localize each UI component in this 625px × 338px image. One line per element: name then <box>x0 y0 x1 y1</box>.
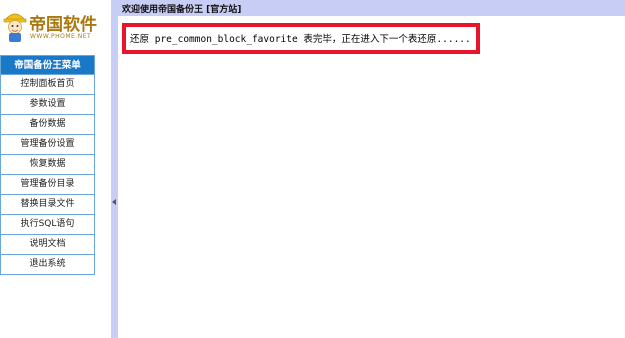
menu-item-backup-data[interactable]: 备份数据 <box>1 114 94 134</box>
menu-item-settings[interactable]: 参数设置 <box>1 94 94 114</box>
welcome-text: 欢迎使用帝国备份王 [官方站] <box>122 5 242 15</box>
main-menu: 帝国备份王菜单 控制面板首页 参数设置 备份数据 管理备份设置 恢复数据 管理备… <box>0 55 95 275</box>
menu-header: 帝国备份王菜单 <box>1 55 94 74</box>
main-frame: 欢迎使用帝国备份王 [官方站] 还原 pre_common_block_favo… <box>118 0 625 338</box>
logo-subtitle: WWW.PHOME.NET <box>30 33 92 40</box>
status-box: 还原 pre_common_block_favorite 表完毕，正在进入下一个… <box>122 23 480 54</box>
menu-item-manage-backup-settings[interactable]: 管理备份设置 <box>1 134 94 154</box>
menu-item-restore-data[interactable]: 恢复数据 <box>1 154 94 174</box>
menu-item-logout[interactable]: 退出系统 <box>1 254 94 274</box>
menu-item-manage-backup-dir[interactable]: 管理备份目录 <box>1 174 94 194</box>
menu-item-documentation[interactable]: 说明文档 <box>1 234 94 254</box>
logo-title: 帝国软件 <box>29 15 97 35</box>
collapse-arrow-icon[interactable] <box>112 199 116 205</box>
top-bar: 欢迎使用帝国备份王 [官方站] <box>118 0 625 16</box>
status-message: 还原 pre_common_block_favorite 表完毕，正在进入下一个… <box>130 34 471 45</box>
menu-item-control-panel[interactable]: 控制面板首页 <box>1 74 94 94</box>
mascot-icon <box>3 13 27 42</box>
menu-item-replace-dir-files[interactable]: 替换目录文件 <box>1 194 94 214</box>
menu-item-execute-sql[interactable]: 执行SQL语句 <box>1 214 94 234</box>
logo[interactable]: 帝国软件 WWW.PHOME.NET <box>0 6 110 46</box>
frame-splitter[interactable] <box>111 0 118 338</box>
left-frame: 帝国软件 WWW.PHOME.NET 帝国备份王菜单 控制面板首页 参数设置 备… <box>0 0 111 338</box>
